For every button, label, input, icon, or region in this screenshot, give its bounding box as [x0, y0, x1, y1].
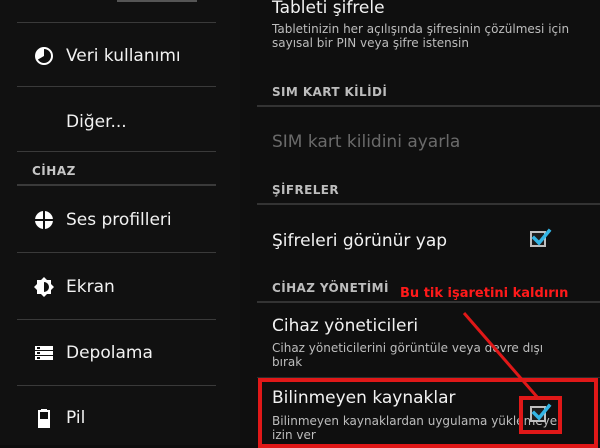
highlight-box-checkbox	[519, 396, 562, 434]
